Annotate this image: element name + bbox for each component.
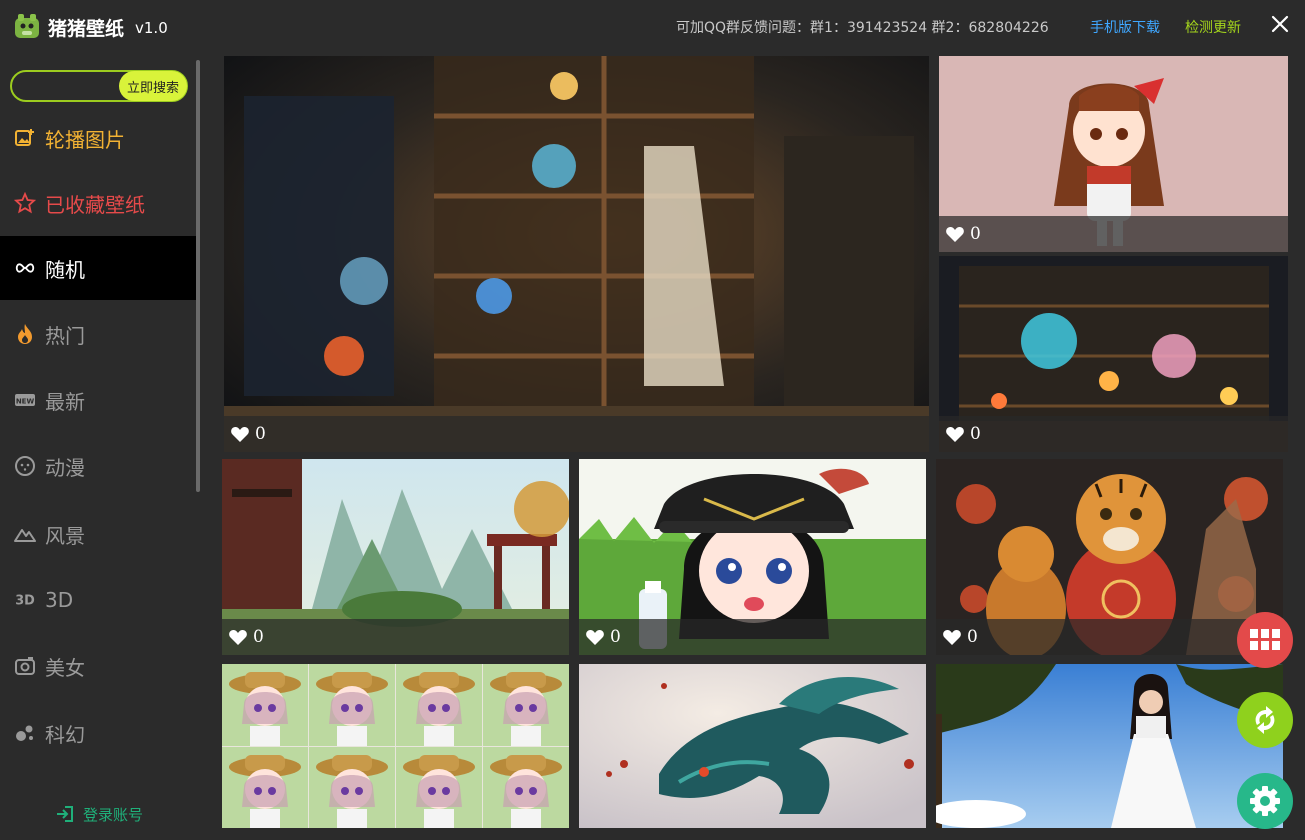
star-icon — [14, 192, 36, 214]
heart-icon[interactable] — [585, 628, 605, 646]
app-version: v1.0 — [135, 19, 168, 37]
check-update-link[interactable]: 检测更新 — [1185, 17, 1241, 37]
like-bar: 0 — [939, 416, 1288, 452]
sidebar-item-label: 科幻 — [45, 722, 85, 747]
heart-icon[interactable] — [945, 225, 965, 243]
sidebar-item-landscape[interactable]: 风景 — [0, 502, 196, 566]
sidebar-item-scifi[interactable]: 科幻 — [0, 701, 196, 765]
svg-text:NEW: NEW — [16, 398, 35, 406]
sidebar-item-3d[interactable]: 3D 3D — [0, 568, 196, 632]
sidebar-item-label: 风景 — [45, 523, 85, 548]
sidebar-item-label: 随机 — [45, 257, 85, 282]
like-bar: 0 — [222, 619, 569, 655]
wallpaper-card[interactable]: 0 — [939, 56, 1288, 252]
like-bar: 0 — [939, 216, 1288, 252]
app-logo-icon — [15, 14, 39, 38]
refresh-button[interactable] — [1237, 692, 1293, 748]
qq-group-info: 可加QQ群反馈问题：群1：391423524 群2：682804226 — [676, 20, 1049, 36]
like-bar: 0 — [579, 619, 926, 655]
camera-icon — [14, 655, 36, 677]
heart-icon[interactable] — [228, 628, 248, 646]
search-button[interactable]: 立即搜索 — [119, 71, 187, 101]
like-count: 0 — [610, 627, 621, 647]
sidebar-item-carousel[interactable]: 轮播图片 — [0, 106, 196, 170]
login-label: 登录账号 — [83, 805, 144, 824]
face-icon — [14, 455, 36, 477]
fire-icon — [14, 323, 36, 345]
like-count: 0 — [255, 424, 266, 444]
grid-view-button[interactable] — [1237, 612, 1293, 668]
wallpaper-card[interactable]: 0 — [936, 459, 1283, 655]
svg-text:3D: 3D — [15, 594, 35, 609]
wallpaper-image-chibi-grid — [222, 664, 569, 828]
wallpaper-card[interactable]: 0 — [939, 256, 1288, 452]
close-icon[interactable] — [1268, 12, 1292, 36]
settings-button[interactable] — [1237, 773, 1293, 829]
sidebar-item-random[interactable]: 随机 — [0, 236, 196, 300]
sidebar-item-label: 最新 — [45, 389, 85, 414]
infinity-icon — [14, 257, 36, 279]
sidebar-item-label: 已收藏壁纸 — [45, 192, 145, 217]
mountain-icon — [14, 523, 36, 545]
sidebar-item-label: 轮播图片 — [45, 127, 125, 152]
grid-icon — [1250, 629, 1280, 650]
sidebar-item-hot[interactable]: 热门 — [0, 302, 196, 366]
like-bar: 0 — [936, 619, 1283, 655]
image-plus-icon — [14, 127, 36, 149]
login-button[interactable]: 登录账号 — [55, 803, 143, 825]
gear-icon — [1250, 786, 1280, 816]
mobile-download-link[interactable]: 手机版下载 — [1090, 17, 1160, 37]
like-count: 0 — [967, 627, 978, 647]
wallpaper-card[interactable]: 0 — [579, 459, 926, 655]
search-input[interactable] — [22, 75, 126, 99]
wallpaper-image-shop-interior — [224, 56, 929, 452]
sidebar-item-favorites[interactable]: 已收藏壁纸 — [0, 171, 196, 235]
like-count: 0 — [970, 224, 981, 244]
new-badge-icon: NEW — [14, 389, 36, 411]
heart-icon[interactable] — [945, 425, 965, 443]
sidebar-item-anime[interactable]: 动漫 — [0, 434, 196, 498]
wallpaper-card[interactable]: 0 — [222, 459, 569, 655]
like-bar: 0 — [224, 416, 929, 452]
sidebar-item-label: 3D — [45, 588, 74, 612]
sidebar-scrollbar[interactable] — [196, 60, 200, 492]
wallpaper-card[interactable]: 0 — [224, 56, 929, 452]
wallpaper-image-dragon — [579, 664, 926, 828]
heart-icon[interactable] — [942, 628, 962, 646]
atom-icon — [14, 722, 36, 744]
sidebar-item-newest[interactable]: NEW 最新 — [0, 368, 196, 432]
heart-icon[interactable] — [230, 425, 250, 443]
wallpaper-card[interactable] — [579, 664, 926, 828]
like-count: 0 — [253, 627, 264, 647]
wallpaper-card[interactable] — [936, 664, 1283, 828]
login-icon — [57, 806, 73, 822]
3d-icon: 3D — [14, 589, 36, 611]
search-box: 立即搜索 — [10, 70, 188, 102]
sidebar-item-label: 热门 — [45, 323, 85, 348]
refresh-icon — [1255, 706, 1275, 734]
sidebar-item-beauty[interactable]: 美女 — [0, 634, 196, 698]
sidebar-item-label: 美女 — [45, 655, 85, 680]
like-count: 0 — [970, 424, 981, 444]
wallpaper-image-woman-white-dress — [936, 664, 1283, 828]
app-name: 猪猪壁纸 — [48, 18, 125, 40]
sidebar-item-label: 动漫 — [45, 455, 85, 480]
title-bar: 猪猪壁纸 v1.0 可加QQ群反馈问题：群1：391423524 群2：6828… — [0, 0, 1305, 52]
wallpaper-card[interactable] — [222, 664, 569, 828]
